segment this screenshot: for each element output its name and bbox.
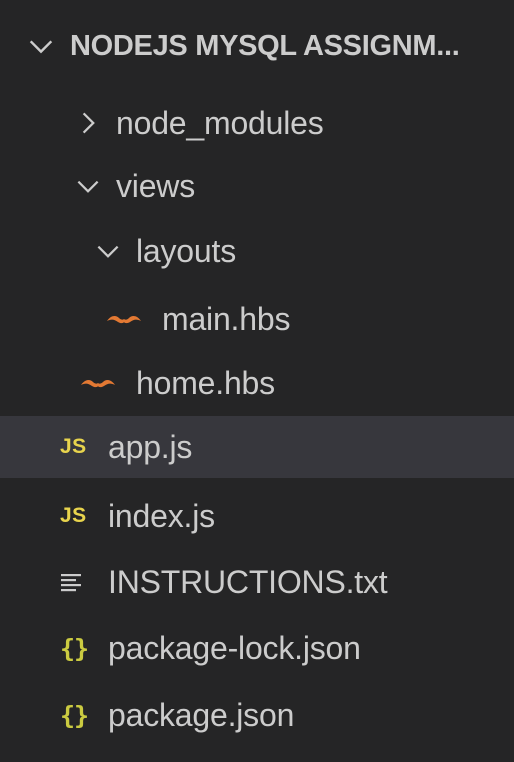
- tree-item-home-hbs[interactable]: home.hbs: [0, 352, 514, 414]
- tree-item-app-js[interactable]: JS app.js: [0, 416, 514, 478]
- file-explorer: NODEJS MYSQL ASSIGNM... node_modules vie…: [0, 0, 514, 762]
- workspace-folder-title: NODEJS MYSQL ASSIGNM...: [70, 29, 460, 62]
- tree-item-label: main.hbs: [162, 300, 291, 337]
- json-icon: {}: [60, 633, 89, 663]
- tree-item-label: package.json: [108, 696, 295, 733]
- tree-item-label: node_modules: [116, 104, 324, 141]
- tree-item-label: layouts: [136, 232, 236, 269]
- workspace-folder-header[interactable]: NODEJS MYSQL ASSIGNM...: [0, 15, 514, 77]
- chevron-right-icon: [82, 112, 95, 134]
- tree-item-package-json[interactable]: {} package.json: [0, 684, 514, 746]
- tree-item-views[interactable]: views: [0, 155, 514, 217]
- handlebars-icon: [80, 376, 126, 390]
- tree-item-layouts[interactable]: layouts: [0, 220, 514, 282]
- tree-item-index-js[interactable]: JS index.js: [0, 485, 514, 547]
- tree-item-label: package-lock.json: [108, 629, 361, 666]
- tree-item-label: views: [116, 167, 196, 204]
- javascript-icon: JS: [60, 504, 87, 527]
- tree-item-label: index.js: [108, 497, 215, 534]
- handlebars-icon: [106, 312, 152, 326]
- text-file-icon: [60, 572, 98, 592]
- tree-item-label: app.js: [108, 428, 193, 465]
- chevron-down-icon: [77, 180, 99, 193]
- tree-item-main-hbs[interactable]: main.hbs: [0, 288, 514, 350]
- chevron-down-icon: [29, 40, 53, 54]
- tree-item-node-modules[interactable]: node_modules: [0, 92, 514, 154]
- chevron-down-icon: [97, 245, 119, 258]
- tree-item-label: INSTRUCTIONS.txt: [108, 563, 388, 600]
- json-icon: {}: [60, 700, 89, 730]
- tree-item-label: home.hbs: [136, 364, 275, 401]
- tree-item-package-lock-json[interactable]: {} package-lock.json: [0, 617, 514, 679]
- tree-item-instructions-txt[interactable]: INSTRUCTIONS.txt: [0, 551, 514, 613]
- javascript-icon: JS: [60, 435, 87, 458]
